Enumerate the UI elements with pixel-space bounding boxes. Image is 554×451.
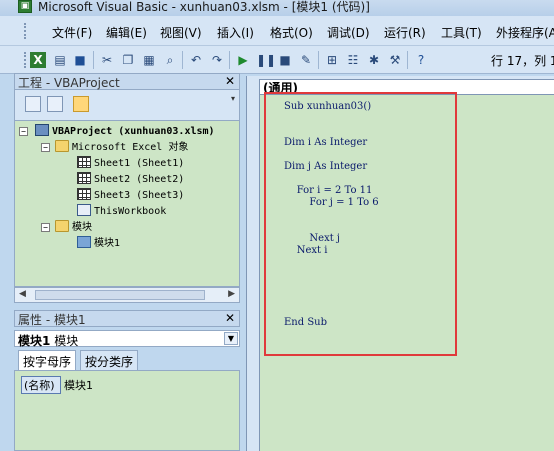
redo-icon[interactable]: ↷: [209, 52, 225, 68]
tree-item-module1[interactable]: 模块1: [77, 236, 120, 251]
menu-run[interactable]: 运行(R): [384, 24, 426, 41]
property-name: (名称): [21, 376, 61, 394]
property-value[interactable]: 模块1: [61, 377, 93, 393]
project-panel-title: 工程 - VBAProject: [18, 76, 120, 90]
menu-insert[interactable]: 插入(I): [217, 24, 254, 41]
design-mode-icon[interactable]: ✎: [298, 52, 314, 68]
tree-item-excel-objects[interactable]: Microsoft Excel 对象: [55, 140, 188, 155]
tree-item-thisworkbook[interactable]: ThisWorkbook: [77, 204, 166, 219]
title-bar: ▣ Microsoft Visual Basic - xunhuan03.xls…: [0, 0, 554, 16]
scrollbar-thumb[interactable]: [35, 290, 205, 300]
tree-item-label: Sheet2 (Sheet2): [94, 174, 185, 185]
tree-item-label: 模块: [72, 222, 92, 233]
highlight-box: [264, 92, 457, 356]
object-type: 模块: [54, 334, 79, 348]
toolbar-grip-icon[interactable]: [24, 52, 27, 68]
close-icon[interactable]: ✕: [223, 75, 237, 88]
sheet-icon: [77, 156, 91, 168]
tree-item-label: VBAProject (xunhuan03.xlsm): [52, 126, 215, 137]
tree-item-modules[interactable]: 模块: [55, 220, 92, 235]
properties-icon[interactable]: ☷: [345, 52, 361, 68]
project-explorer-icon[interactable]: ⊞: [324, 52, 340, 68]
menu-debug[interactable]: 调试(D): [327, 24, 370, 41]
cursor-position: 行 17，列 1: [491, 54, 554, 68]
toggle-folders-icon[interactable]: [73, 96, 89, 112]
tree-item-sheet1[interactable]: Sheet1 (Sheet1): [77, 156, 184, 171]
tree-item-label: Microsoft Excel 对象: [72, 142, 189, 153]
sheet-icon: [77, 172, 91, 184]
tab-categorized[interactable]: 按分类序: [80, 350, 139, 370]
chevron-down-icon[interactable]: ▾: [228, 93, 238, 117]
find-icon[interactable]: ⌕: [162, 52, 178, 68]
window-title: Microsoft Visual Basic - xunhuan03.xlsm …: [38, 0, 370, 14]
properties-grid: (名称) 模块1: [14, 370, 240, 451]
project-tree: − VBAProject (xunhuan03.xlsm) − Microsof…: [14, 120, 240, 287]
run-icon[interactable]: ▶: [235, 52, 251, 68]
excel-icon[interactable]: X: [30, 52, 46, 68]
view-code-icon[interactable]: [25, 96, 41, 112]
toolbox-icon[interactable]: ⚒: [387, 52, 403, 68]
menu-edit[interactable]: 编辑(E): [106, 24, 147, 41]
module-icon: [77, 236, 91, 248]
tree-item-label: Sheet1 (Sheet1): [94, 158, 185, 169]
properties-object-select[interactable]: 模块1 模块 ▼: [14, 330, 240, 348]
toolbar-separator: [407, 51, 408, 69]
collapse-icon[interactable]: −: [19, 127, 28, 136]
tab-alphabetic[interactable]: 按字母序: [18, 350, 77, 370]
menu-view[interactable]: 视图(V): [160, 24, 202, 41]
toolbar-separator: [229, 51, 230, 69]
toolbar-separator: [318, 51, 319, 69]
menu-addins[interactable]: 外接程序(A): [496, 24, 554, 41]
properties-panel-header: 属性 - 模块1 ✕: [14, 310, 240, 327]
toolbar-separator: [93, 51, 94, 69]
vba-app-icon: ▣: [18, 0, 32, 13]
workbook-icon: [77, 204, 91, 216]
tree-item-label: Sheet3 (Sheet3): [94, 190, 185, 201]
property-row[interactable]: (名称) 模块1: [21, 376, 93, 394]
folder-icon: [55, 220, 69, 232]
menu-tools[interactable]: 工具(T): [441, 24, 482, 41]
paste-icon[interactable]: ▦: [141, 52, 157, 68]
help-icon[interactable]: ?: [413, 52, 429, 68]
copy-icon[interactable]: ❐: [120, 52, 136, 68]
close-icon[interactable]: ✕: [223, 312, 237, 325]
menu-grip-icon[interactable]: [24, 23, 27, 39]
tree-item-sheet3[interactable]: Sheet3 (Sheet3): [77, 188, 184, 203]
scroll-right-icon[interactable]: ▶: [228, 289, 235, 299]
object-browser-icon[interactable]: ✱: [366, 52, 382, 68]
undo-icon[interactable]: ↶: [188, 52, 204, 68]
folder-icon: [55, 140, 69, 152]
menu-format[interactable]: 格式(O): [270, 24, 313, 41]
sheet-icon: [77, 188, 91, 200]
object-name: 模块1: [18, 334, 51, 348]
tree-item-sheet2[interactable]: Sheet2 (Sheet2): [77, 172, 184, 187]
scroll-left-icon[interactable]: ◀: [19, 289, 26, 299]
tree-item-label: 模块1: [94, 238, 121, 249]
project-icon: [35, 124, 49, 136]
project-panel-header: 工程 - VBAProject ✕: [14, 73, 240, 90]
cut-icon[interactable]: ✂: [99, 52, 115, 68]
collapse-icon[interactable]: −: [41, 143, 50, 152]
save-icon[interactable]: ■: [72, 52, 88, 68]
tree-item-label: ThisWorkbook: [94, 206, 167, 217]
project-panel-toolbar: ▾: [14, 90, 240, 120]
break-icon[interactable]: ❚❚: [256, 52, 276, 68]
project-horizontal-scrollbar[interactable]: ◀ ▶: [14, 287, 240, 303]
view-object-icon[interactable]: [47, 96, 63, 112]
tree-item-project[interactable]: VBAProject (xunhuan03.xlsm): [35, 124, 215, 139]
menu-bar: 文件(F) 编辑(E) 视图(V) 插入(I) 格式(O) 调试(D) 运行(R…: [0, 16, 554, 46]
menu-file[interactable]: 文件(F): [52, 24, 92, 41]
properties-tabs: 按字母序 按分类序: [14, 350, 240, 370]
standard-toolbar: X ▤ ■ ✂ ❐ ▦ ⌕ ↶ ↷ ▶ ❚❚ ■ ✎ ⊞ ☷ ✱ ⚒ ? 行 1…: [0, 46, 554, 74]
chevron-down-icon[interactable]: ▼: [224, 332, 238, 345]
collapse-icon[interactable]: −: [41, 223, 50, 232]
toolbar-separator: [182, 51, 183, 69]
insert-form-icon[interactable]: ▤: [52, 52, 68, 68]
properties-panel-title: 属性 - 模块1: [18, 313, 86, 327]
reset-icon[interactable]: ■: [277, 52, 293, 68]
